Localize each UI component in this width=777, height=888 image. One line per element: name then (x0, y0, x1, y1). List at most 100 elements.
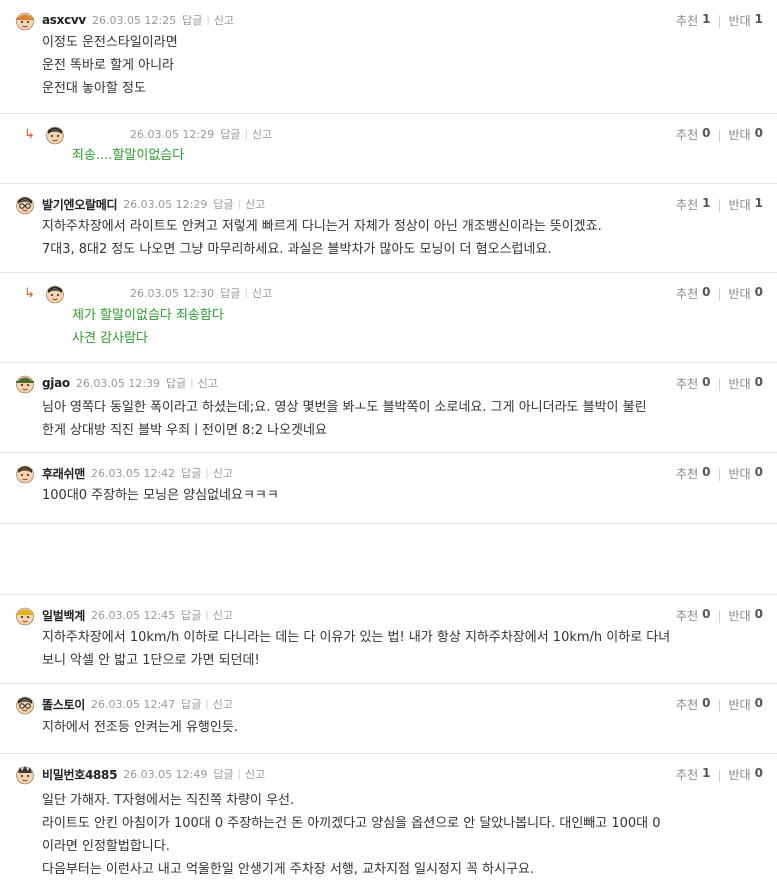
upvote-button[interactable]: 추천 1 (676, 12, 710, 29)
face-yellow-hat-icon (14, 604, 36, 626)
upvote-button[interactable]: 추천 1 (676, 196, 710, 213)
comment-body: 100대0 주장하는 모닝은 양심없네요ㅋㅋㅋ (42, 484, 763, 507)
upvote-label: 추천 (676, 14, 699, 28)
separator: | (717, 286, 722, 301)
separator: | (237, 198, 241, 210)
reply-link[interactable]: 답글 (181, 465, 201, 481)
face-black-hair-icon (44, 123, 66, 145)
separator: | (237, 768, 241, 780)
comment-body: 이정도 운전스타일이라면 운전 똑바로 할게 아니라 운전대 놓아할 정도 (42, 31, 763, 100)
author-nickname[interactable]: 발기엔오랄메디 (42, 196, 117, 213)
author-nickname[interactable]: 비밀번호4885 (42, 766, 117, 783)
report-link[interactable]: 신고 (245, 196, 265, 212)
comment-line: 죄송....할말이없슴다 (72, 148, 185, 163)
downvote-button[interactable]: 반대 0 (729, 126, 763, 143)
downvote-count: 0 (754, 766, 763, 780)
upvote-count: 1 (702, 766, 711, 780)
downvote-label: 반대 (728, 698, 751, 712)
reply-link[interactable]: 답글 (220, 285, 240, 301)
comment: 발기엔오랄메디 26.03.05 12:29 답글 | 신고 추천 1 | 반대 1… (0, 184, 777, 273)
downvote-button[interactable]: 반대 0 (729, 285, 763, 302)
author-nickname[interactable]: 똘스토이 (42, 696, 85, 713)
comment-date: 26.03.05 12:42 (90, 466, 176, 480)
reply-link[interactable]: 답글 (166, 375, 186, 391)
author-nickname[interactable]: asxcvv (42, 13, 86, 27)
reply-link[interactable]: 답글 (220, 126, 240, 142)
upvote-button[interactable]: 추천 0 (676, 696, 710, 713)
face-black-hair-icon (14, 462, 36, 484)
vote-box: 추천 0 | 반대 0 (676, 696, 763, 713)
comment-line: 사견 감사람다 (72, 331, 148, 346)
vote-box: 추천 0 | 반대 0 (676, 375, 763, 392)
report-link[interactable]: 신고 (213, 607, 233, 623)
empty-gap (0, 524, 777, 595)
report-link[interactable]: 신고 (213, 465, 233, 481)
author-nickname[interactable]: 일벌백계 (42, 607, 85, 624)
reply-link[interactable]: 답글 (181, 607, 201, 623)
upvote-count: 0 (702, 696, 711, 710)
upvote-label: 추천 (676, 377, 699, 391)
downvote-button[interactable]: 반대 0 (729, 696, 763, 713)
separator: | (205, 467, 209, 479)
separator: | (206, 14, 210, 26)
author-nickname[interactable]: 후래쉬맨 (42, 465, 85, 482)
downvote-button[interactable]: 반대 1 (729, 12, 763, 29)
comment-header: 일벌백계 26.03.05 12:45 답글 | 신고 (14, 604, 233, 626)
upvote-button[interactable]: 추천 0 (676, 126, 710, 143)
downvote-count: 0 (754, 285, 763, 299)
comment-line: 지하주차장에서 10km/h 이하로 다니라는 데는 다 이유가 있는 법! 내… (42, 630, 671, 645)
separator: | (717, 197, 722, 212)
comment-date: 26.03.05 12:29 (130, 127, 215, 141)
report-link[interactable]: 신고 (245, 766, 265, 782)
downvote-count: 0 (754, 465, 763, 479)
upvote-button[interactable]: 추천 1 (676, 766, 710, 783)
comment-header: 26.03.05 12:30 답글 | 신고 (44, 283, 272, 304)
comment: 비밀번호4885 26.03.05 12:49 답글 | 신고 추천 1 | 반대… (0, 754, 777, 888)
downvote-button[interactable]: 반대 0 (729, 375, 763, 392)
comment-header: 26.03.05 12:29 답글 | 신고 (44, 123, 272, 145)
comment-line: 이정도 운전스타일이라면 (42, 35, 178, 50)
downvote-button[interactable]: 반대 0 (729, 465, 763, 482)
report-link[interactable]: 신고 (214, 12, 234, 28)
report-link[interactable]: 신고 (252, 285, 272, 301)
author-nickname[interactable]: gjao (42, 376, 70, 390)
reply-link[interactable]: 답글 (182, 12, 202, 28)
downvote-button[interactable]: 반대 0 (729, 766, 763, 783)
upvote-button[interactable]: 추천 0 (676, 465, 710, 482)
upvote-label: 추천 (676, 128, 699, 142)
upvote-count: 0 (702, 607, 711, 621)
report-link[interactable]: 신고 (198, 375, 218, 391)
downvote-button[interactable]: 반대 1 (729, 196, 763, 213)
comment-line: 라이트도 안킨 아침이가 100대 0 주장하는건 돈 아끼겠다고 양심을 옵션… (42, 816, 661, 831)
report-link[interactable]: 신고 (252, 126, 272, 142)
downvote-button[interactable]: 반대 0 (729, 607, 763, 624)
reply-arrow-icon: ↳ (24, 286, 35, 301)
upvote-label: 추천 (676, 768, 699, 782)
comment-date: 26.03.05 12:47 (90, 697, 176, 711)
separator: | (190, 377, 194, 389)
face-army-helmet-icon (14, 372, 36, 394)
downvote-count: 0 (754, 696, 763, 710)
comment-body: 지하에서 전조등 안켜는게 유행인듯. (42, 716, 763, 739)
vote-box: 추천 0 | 반대 0 (676, 465, 763, 482)
face-glasses-icon (14, 193, 36, 215)
reply-link[interactable]: 답글 (213, 766, 233, 782)
comment-line: 이라면 인정할법합니다. (42, 839, 170, 854)
comment-line: 7대3, 8대2 정도 나오면 그냥 마무리하세요. 과실은 블박차가 많아도 … (42, 242, 552, 257)
upvote-label: 추천 (676, 467, 699, 481)
reply-comment: ↳ 26.03.05 12:30 답글 | 신고 추천 0 | 반대 0 제가 할말… (0, 273, 777, 363)
reply-link[interactable]: 답글 (213, 196, 233, 212)
comment-line: 님아 영쪽다 동일한 폭이라고 하셨는데;요. 영상 몇번을 봐ㅗ도 블박쪽이 … (42, 400, 647, 415)
comment-line: 지하에서 전조등 안켜는게 유행인듯. (42, 720, 238, 735)
reply-link[interactable]: 답글 (181, 696, 201, 712)
report-link[interactable]: 신고 (213, 696, 233, 712)
upvote-button[interactable]: 추천 0 (676, 285, 710, 302)
comment-line: 다음부터는 이런사고 내고 억울한일 안생기게 주차장 서행, 교차지점 일시정… (42, 862, 535, 877)
comment-body: 제가 할말이없슴다 죄송함다 사견 감사람다 (72, 304, 763, 350)
comment-line: 일단 가해자. T자형에서는 직진쪽 차량이 우선. (42, 793, 295, 808)
upvote-button[interactable]: 추천 0 (676, 375, 710, 392)
separator: | (205, 698, 209, 710)
upvote-button[interactable]: 추천 0 (676, 607, 710, 624)
separator: | (244, 287, 248, 299)
downvote-label: 반대 (728, 609, 751, 623)
